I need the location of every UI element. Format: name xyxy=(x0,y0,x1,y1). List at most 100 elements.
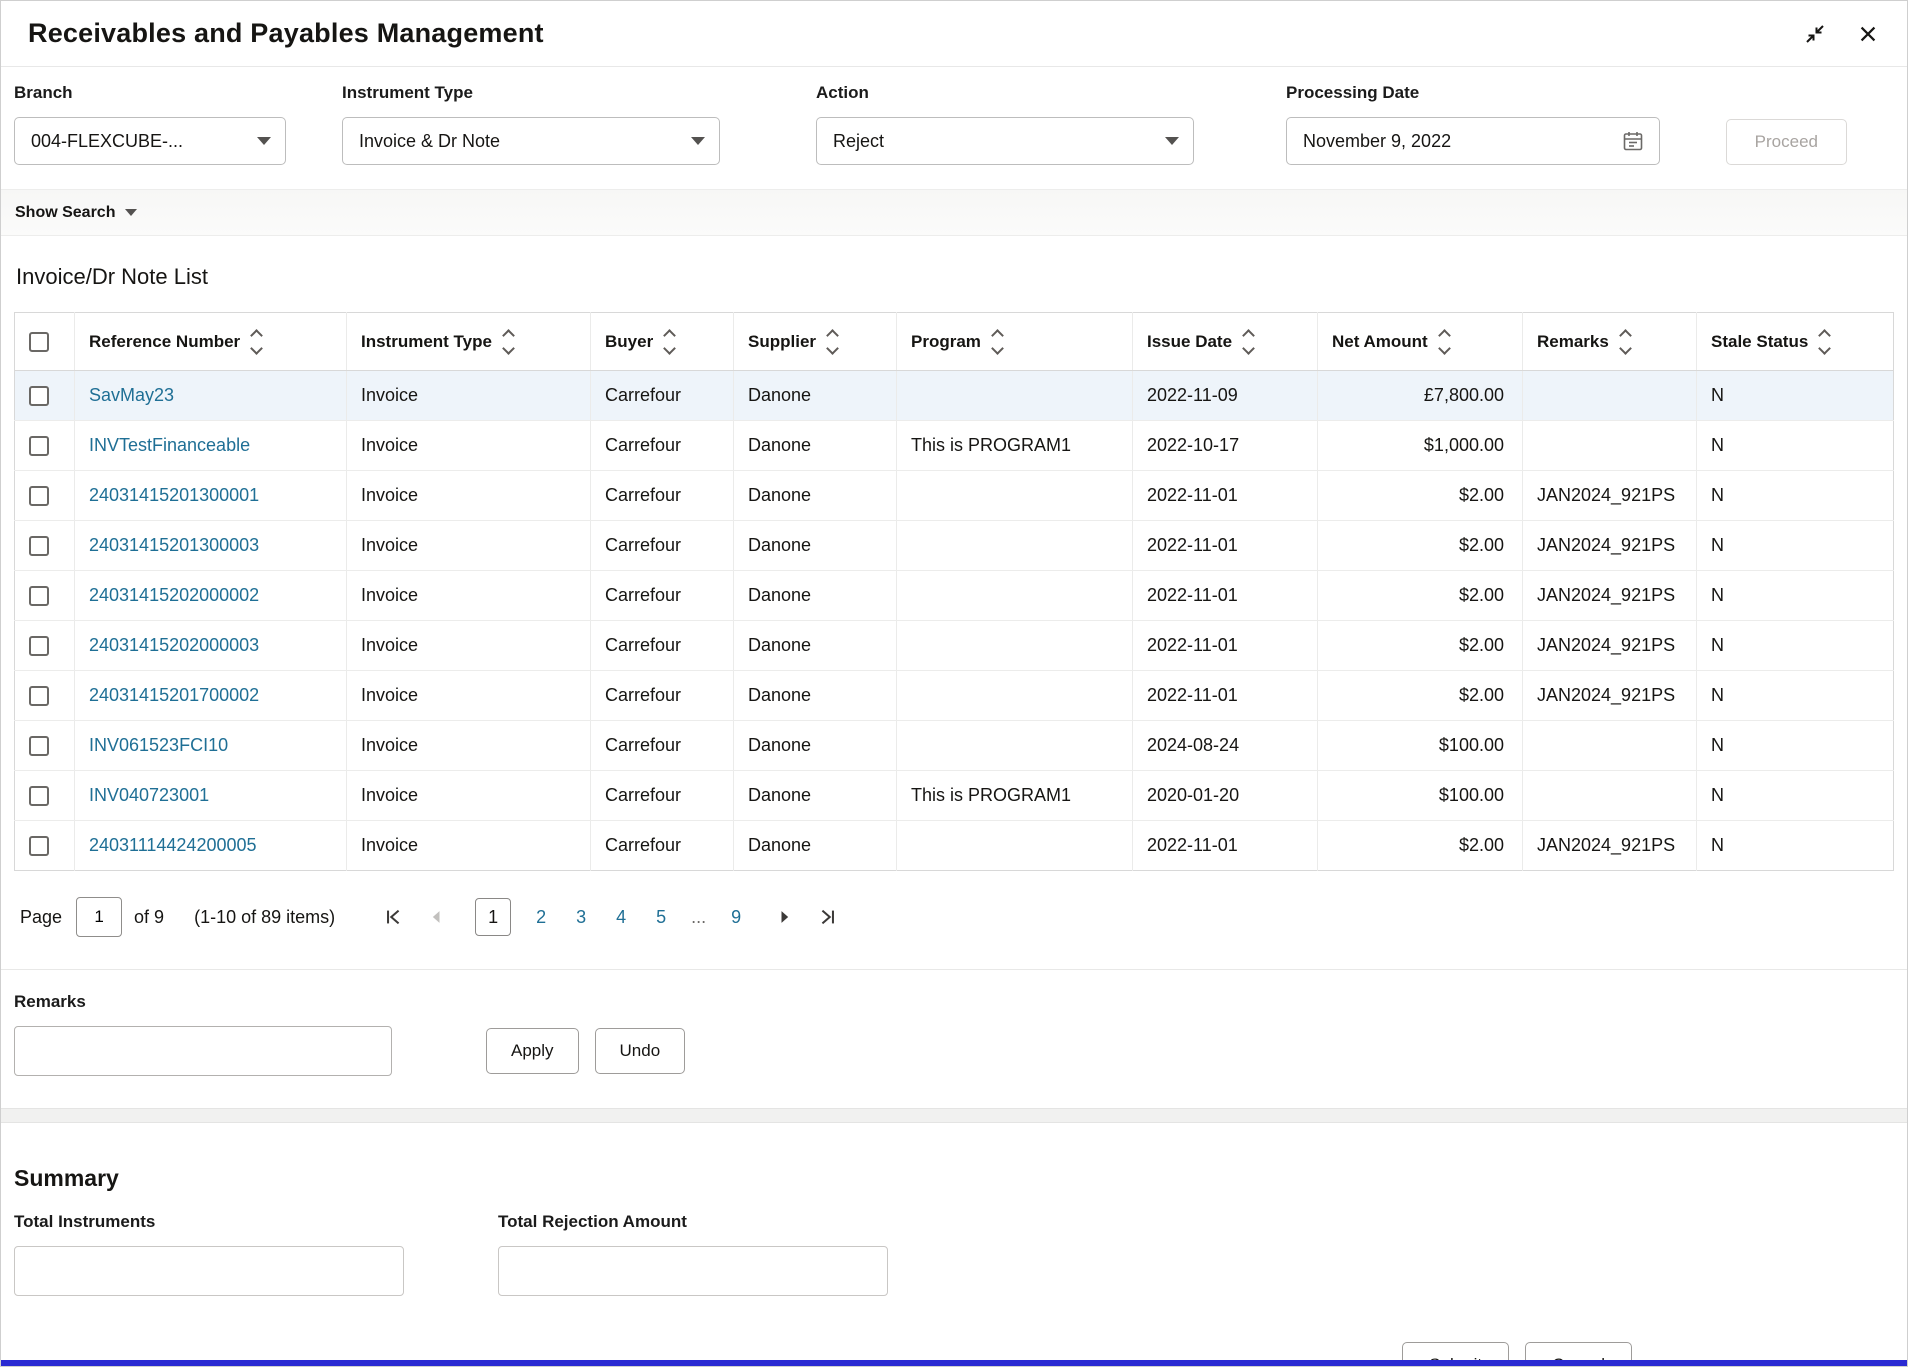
instrument-type-cell: Invoice xyxy=(347,471,591,521)
sort-icon[interactable] xyxy=(1820,331,1829,353)
reference-link[interactable]: 24031415201700002 xyxy=(89,685,259,705)
supplier-cell: Danone xyxy=(734,521,897,571)
buyer-cell: Carrefour xyxy=(591,771,734,821)
row-checkbox[interactable] xyxy=(29,386,49,406)
branch-select[interactable]: 004-FLEXCUBE-... xyxy=(14,117,286,165)
instrument-type-cell: Invoice xyxy=(347,521,591,571)
buyer-cell: Carrefour xyxy=(591,721,734,771)
stale-status-cell: N xyxy=(1697,571,1894,621)
sort-icon[interactable] xyxy=(828,331,837,353)
next-page-icon[interactable] xyxy=(774,907,794,927)
program-cell xyxy=(897,621,1133,671)
last-page-icon[interactable] xyxy=(816,906,838,928)
reference-link[interactable]: 24031415201300003 xyxy=(89,535,259,555)
instrument-type-select[interactable]: Invoice & Dr Note xyxy=(342,117,720,165)
page-number[interactable]: 3 xyxy=(571,907,591,928)
proceed-button[interactable]: Proceed xyxy=(1726,119,1847,165)
row-checkbox[interactable] xyxy=(29,636,49,656)
row-select-cell xyxy=(15,521,75,571)
select-all-checkbox[interactable] xyxy=(29,332,49,352)
total-rejection-amount-input[interactable] xyxy=(498,1246,888,1296)
buyer-cell: Carrefour xyxy=(591,371,734,421)
previous-page-icon[interactable] xyxy=(427,907,447,927)
action-field: Action Reject xyxy=(816,83,1194,165)
issue-date-cell: 2022-10-17 xyxy=(1133,421,1318,471)
reference-link[interactable]: INVTestFinanceable xyxy=(89,435,250,455)
row-checkbox[interactable] xyxy=(29,536,49,556)
buyer-cell: Carrefour xyxy=(591,621,734,671)
titlebar-icons xyxy=(1803,22,1879,46)
chevron-down-icon xyxy=(125,209,137,216)
instrument-type-cell: Invoice xyxy=(347,571,591,621)
supplier-cell: Danone xyxy=(734,471,897,521)
row-checkbox[interactable] xyxy=(29,736,49,756)
processing-date-field: Processing Date November 9, 2022 xyxy=(1286,83,1660,165)
buyer-cell: Carrefour xyxy=(591,521,734,571)
net-amount-cell: $100.00 xyxy=(1318,721,1523,771)
reference-link[interactable]: 24031114424200005 xyxy=(89,835,257,855)
page-number[interactable]: 2 xyxy=(531,907,551,928)
show-search-toggle[interactable]: Show Search xyxy=(1,189,1907,236)
column-header-supplier[interactable]: Supplier xyxy=(734,313,897,371)
table-row: 24031415201700002 Invoice Carrefour Dano… xyxy=(15,671,1894,721)
column-header-instrument-type[interactable]: Instrument Type xyxy=(347,313,591,371)
stale-status-cell: N xyxy=(1697,621,1894,671)
net-amount-cell: $1,000.00 xyxy=(1318,421,1523,471)
close-icon[interactable] xyxy=(1857,23,1879,45)
sort-icon[interactable] xyxy=(1244,331,1253,353)
row-checkbox[interactable] xyxy=(29,786,49,806)
sort-icon[interactable] xyxy=(504,331,513,353)
column-header-program[interactable]: Program xyxy=(897,313,1133,371)
program-cell xyxy=(897,521,1133,571)
column-header-issue-date[interactable]: Issue Date xyxy=(1133,313,1318,371)
column-header-net-amount[interactable]: Net Amount xyxy=(1318,313,1523,371)
page-input[interactable] xyxy=(76,897,122,937)
table-header-row: Reference NumberInstrument TypeBuyerSupp… xyxy=(15,313,1894,371)
pagination-controls: 12345...9 xyxy=(383,898,838,936)
action-select[interactable]: Reject xyxy=(816,117,1194,165)
sort-icon[interactable] xyxy=(1621,331,1630,353)
collapse-icon[interactable] xyxy=(1803,22,1827,46)
first-page-icon[interactable] xyxy=(383,906,405,928)
supplier-cell: Danone xyxy=(734,671,897,721)
row-checkbox[interactable] xyxy=(29,836,49,856)
section-divider xyxy=(1,1108,1907,1123)
reference-number-cell: INV061523FCI10 xyxy=(75,721,347,771)
reference-link[interactable]: 24031415202000003 xyxy=(89,635,259,655)
reference-link[interactable]: 24031415202000002 xyxy=(89,585,259,605)
page-number-current[interactable]: 1 xyxy=(475,898,511,936)
sort-icon[interactable] xyxy=(1440,331,1449,353)
supplier-cell: Danone xyxy=(734,621,897,671)
remarks-input[interactable] xyxy=(14,1026,392,1076)
reference-link[interactable]: 24031415201300001 xyxy=(89,485,259,505)
column-header-stale-status[interactable]: Stale Status xyxy=(1697,313,1894,371)
undo-button[interactable]: Undo xyxy=(595,1028,686,1074)
column-header-remarks[interactable]: Remarks xyxy=(1523,313,1697,371)
sort-icon[interactable] xyxy=(665,331,674,353)
instrument-type-cell: Invoice xyxy=(347,621,591,671)
row-checkbox[interactable] xyxy=(29,686,49,706)
instrument-type-label: Instrument Type xyxy=(342,83,720,103)
page-number[interactable]: 5 xyxy=(651,907,671,928)
sort-icon[interactable] xyxy=(252,331,261,353)
issue-date-cell: 2022-11-01 xyxy=(1133,571,1318,621)
reference-link[interactable]: INV061523FCI10 xyxy=(89,735,228,755)
sort-icon[interactable] xyxy=(993,331,1002,353)
reference-link[interactable]: INV040723001 xyxy=(89,785,209,805)
total-instruments-input[interactable] xyxy=(14,1246,404,1296)
row-checkbox[interactable] xyxy=(29,586,49,606)
column-header-buyer[interactable]: Buyer xyxy=(591,313,734,371)
apply-button[interactable]: Apply xyxy=(486,1028,579,1074)
row-checkbox[interactable] xyxy=(29,486,49,506)
column-header-reference-number[interactable]: Reference Number xyxy=(75,313,347,371)
page-number[interactable]: 4 xyxy=(611,907,631,928)
row-checkbox[interactable] xyxy=(29,436,49,456)
calendar-icon[interactable] xyxy=(1621,129,1645,153)
reference-link[interactable]: SavMay23 xyxy=(89,385,174,405)
buyer-cell: Carrefour xyxy=(591,421,734,471)
net-amount-cell: $2.00 xyxy=(1318,621,1523,671)
processing-date-input[interactable]: November 9, 2022 xyxy=(1286,117,1660,165)
page-number[interactable]: 9 xyxy=(726,907,746,928)
supplier-cell: Danone xyxy=(734,371,897,421)
program-cell: This is PROGRAM1 xyxy=(897,421,1133,471)
